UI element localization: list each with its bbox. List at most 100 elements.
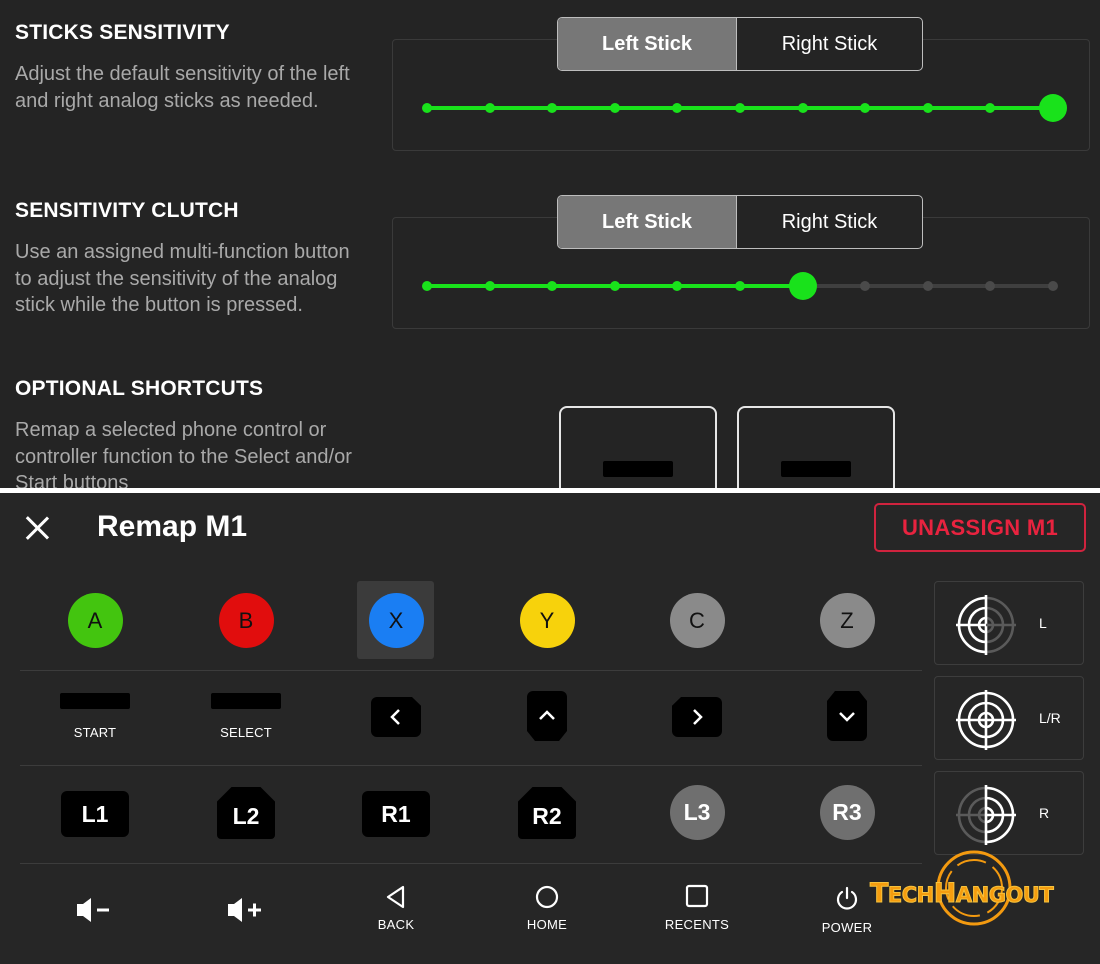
remap-option-b[interactable]: B bbox=[171, 593, 321, 648]
remap-option-l1[interactable]: L1 bbox=[20, 791, 170, 837]
power-icon bbox=[836, 886, 858, 910]
remap-option-right-stick-aim[interactable]: R bbox=[934, 771, 1084, 855]
l1-button: L1 bbox=[61, 791, 129, 837]
remap-option-dpad-up[interactable] bbox=[472, 691, 622, 741]
y-button: Y bbox=[519, 593, 575, 648]
slider-tick bbox=[547, 281, 558, 291]
select-button-icon bbox=[603, 461, 673, 477]
slider-tick bbox=[1048, 281, 1058, 291]
side-label-l: L bbox=[1039, 615, 1047, 631]
remap-option-z[interactable]: Z bbox=[772, 593, 922, 648]
close-icon[interactable] bbox=[24, 515, 50, 541]
dpad-right-icon bbox=[672, 697, 722, 737]
slider-tick bbox=[735, 281, 745, 291]
divider bbox=[20, 765, 922, 766]
remap-option-y[interactable]: Y bbox=[472, 593, 622, 648]
slider-tick bbox=[922, 103, 933, 113]
remap-option-home[interactable]: HOME bbox=[472, 885, 622, 932]
remap-option-l2[interactable]: L2 bbox=[171, 787, 321, 839]
slider-tick bbox=[422, 281, 432, 291]
remap-option-left-stick-aim[interactable]: L bbox=[934, 581, 1084, 665]
sensitivity-clutch-slider[interactable] bbox=[0, 178, 1100, 338]
remap-option-dpad-down[interactable] bbox=[772, 691, 922, 741]
dpad-up-icon bbox=[527, 691, 567, 741]
a-button: A bbox=[67, 593, 123, 648]
back-icon bbox=[386, 885, 405, 909]
volume-down-icon bbox=[77, 898, 109, 922]
r3-button: R3 bbox=[819, 785, 875, 840]
r2-button: R2 bbox=[518, 787, 576, 839]
recents-icon bbox=[685, 884, 709, 908]
unassign-button[interactable]: UNASSIGN M1 bbox=[874, 503, 1086, 552]
remap-option-volume-up[interactable] bbox=[171, 896, 321, 924]
remap-option-back[interactable]: BACK bbox=[321, 885, 471, 932]
watermark-logo: TECHHANGOUT bbox=[866, 848, 1076, 943]
remap-option-l3[interactable]: L3 bbox=[622, 785, 772, 840]
slider-tick bbox=[672, 281, 683, 291]
remap-option-r3[interactable]: R3 bbox=[772, 785, 922, 840]
remap-option-volume-down[interactable] bbox=[20, 896, 170, 924]
side-label-lr: L/R bbox=[1039, 710, 1061, 726]
start-button-icon bbox=[60, 693, 130, 709]
dpad-left-icon bbox=[371, 697, 421, 737]
divider bbox=[20, 670, 922, 671]
l3-button: L3 bbox=[669, 785, 725, 840]
slider-tick bbox=[922, 281, 933, 291]
remap-option-dpad-left[interactable] bbox=[321, 697, 471, 737]
x-button: X bbox=[368, 593, 424, 648]
l2-button: L2 bbox=[217, 787, 275, 839]
shortcut-start-slot[interactable] bbox=[737, 406, 895, 488]
slider-tick bbox=[484, 281, 495, 291]
remap-option-a[interactable]: A bbox=[20, 593, 170, 648]
settings-panel: STICKS SENSITIVITY Adjust the default se… bbox=[0, 0, 1100, 488]
volume-up-icon bbox=[228, 898, 261, 922]
slider-tick bbox=[860, 103, 871, 113]
c-button: C bbox=[669, 593, 725, 648]
side-label-r: R bbox=[1039, 805, 1050, 821]
remap-option-select[interactable]: SELECT bbox=[171, 693, 321, 740]
select-button-icon bbox=[211, 693, 281, 709]
start-label: START bbox=[73, 725, 117, 740]
right-crosshair-icon bbox=[956, 785, 1016, 845]
z-button: Z bbox=[819, 593, 875, 648]
slider-tick bbox=[797, 103, 808, 113]
slider-thumb[interactable] bbox=[788, 272, 817, 300]
slider-tick bbox=[985, 103, 996, 113]
slider-thumb[interactable] bbox=[1039, 94, 1067, 122]
slider-tick bbox=[422, 103, 432, 113]
recents-label: RECENTS bbox=[664, 917, 730, 932]
home-label: HOME bbox=[526, 917, 568, 932]
remap-option-x[interactable]: X bbox=[321, 593, 471, 648]
select-label: SELECT bbox=[220, 725, 272, 740]
left-crosshair-icon bbox=[956, 595, 1016, 655]
b-button: B bbox=[218, 593, 274, 648]
slider-tick bbox=[672, 103, 683, 113]
dpad-down-icon bbox=[827, 691, 867, 741]
remap-option-c[interactable]: C bbox=[622, 593, 772, 648]
optional-shortcuts-title: OPTIONAL SHORTCUTS bbox=[15, 377, 264, 400]
remap-option-r1[interactable]: R1 bbox=[321, 791, 471, 837]
slider-tick bbox=[609, 281, 620, 291]
slider-tick bbox=[985, 281, 996, 291]
remap-option-r2[interactable]: R2 bbox=[472, 787, 622, 839]
optional-shortcuts-description: Remap a selected phone control or contro… bbox=[15, 419, 352, 488]
slider-tick bbox=[547, 103, 558, 113]
remap-dialog: Remap M1 UNASSIGN M1 A B X Y C Z START S… bbox=[0, 493, 1100, 964]
start-button-icon bbox=[781, 461, 851, 477]
sticks-sensitivity-slider[interactable] bbox=[0, 0, 1100, 160]
remap-option-start[interactable]: START bbox=[20, 693, 170, 740]
r1-button: R1 bbox=[362, 791, 430, 837]
back-label: BACK bbox=[377, 917, 415, 932]
dialog-title: Remap M1 bbox=[97, 510, 248, 543]
remap-option-both-sticks-aim[interactable]: L/R bbox=[934, 676, 1084, 760]
watermark-text: TECHHANGOUT bbox=[869, 878, 1054, 910]
power-label: POWER bbox=[821, 920, 873, 935]
slider-tick bbox=[609, 103, 620, 113]
slider-tick bbox=[735, 103, 745, 113]
shortcut-select-slot[interactable] bbox=[559, 406, 717, 488]
crosshair-icon bbox=[956, 690, 1016, 750]
slider-tick bbox=[860, 281, 871, 291]
slider-tick bbox=[484, 103, 495, 113]
remap-option-dpad-right[interactable] bbox=[622, 697, 772, 737]
remap-option-recents[interactable]: RECENTS bbox=[622, 883, 772, 932]
